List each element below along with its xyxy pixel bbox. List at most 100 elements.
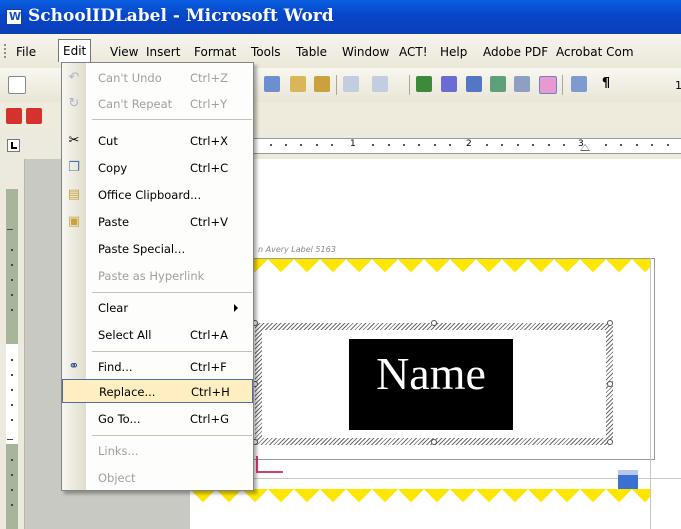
menu-item-object[interactable]: Object — [62, 466, 253, 490]
resize-handle-icon[interactable] — [431, 439, 437, 445]
menu-item-shortcut: Ctrl+V — [190, 215, 228, 229]
clipboard-icon: ▤ — [67, 187, 81, 202]
menu-item-cut[interactable]: ✂ Cut Ctrl+X — [62, 129, 253, 153]
menu-item-shortcut: Ctrl+H — [191, 385, 230, 399]
menu-item-shortcut: Ctrl+F — [190, 360, 227, 374]
menu-view[interactable]: View — [106, 43, 142, 61]
menu-item-label: Cut — [98, 134, 118, 148]
menu-item-label: Object — [98, 471, 136, 485]
menu-table[interactable]: Table — [292, 43, 331, 61]
tables-borders-icon[interactable] — [441, 76, 457, 92]
undo-toolbar-icon[interactable] — [343, 76, 359, 92]
insert-table-icon[interactable] — [466, 76, 482, 92]
menu-insert[interactable]: Insert — [142, 43, 184, 61]
menu-window[interactable]: Window — [338, 43, 393, 61]
menu-item-label: Can't Undo — [98, 71, 162, 85]
toolbar-separator — [562, 75, 563, 95]
menu-item-repeat[interactable]: ↻ Can't Repeat Ctrl+Y — [62, 92, 253, 116]
menu-item-label: Links... — [98, 444, 139, 458]
copy-icon: ❐ — [68, 160, 80, 175]
menu-item-label: Replace... — [99, 385, 156, 399]
columns-icon[interactable] — [514, 76, 530, 92]
ruler-number: 1 — [350, 139, 356, 149]
window-title: SchoolIDLabel - Microsoft Word — [28, 6, 334, 26]
table-gridline — [190, 478, 681, 479]
menu-item-paste[interactable]: ▣ Paste Ctrl+V — [62, 210, 253, 234]
copy-toolbar-icon[interactable] — [264, 76, 280, 92]
paste-icon: ▣ — [67, 214, 81, 229]
page-caption: n Avery Label 5163 — [258, 245, 336, 254]
menu-acrobat-comments[interactable]: Acrobat Com — [552, 43, 638, 61]
menu-item-shortcut: Ctrl+G — [190, 412, 230, 426]
submenu-arrow-icon — [234, 304, 238, 312]
menu-item-copy[interactable]: ❐ Copy Ctrl+C — [62, 156, 253, 180]
word-app-icon[interactable] — [6, 9, 22, 25]
menu-item-office-clipboard[interactable]: ▤ Office Clipboard... — [62, 183, 253, 207]
format-painter-icon[interactable] — [314, 76, 330, 92]
new-document-icon[interactable] — [8, 76, 26, 94]
menu-item-label: Office Clipboard... — [98, 188, 202, 202]
zoom-box[interactable]: 1 — [675, 79, 681, 92]
menu-item-shortcut: Ctrl+X — [190, 134, 228, 148]
redo-toolbar-icon[interactable] — [372, 76, 388, 92]
menu-item-clear[interactable]: Clear — [62, 296, 253, 320]
vertical-ruler — [0, 159, 25, 529]
menubar-grip-icon[interactable] — [4, 44, 8, 58]
menu-item-undo[interactable]: ↶ Can't Undo Ctrl+Z — [62, 66, 253, 90]
hyperlink-icon[interactable] — [416, 76, 432, 92]
tab-selector-icon[interactable] — [7, 139, 20, 152]
menu-act[interactable]: ACT! — [395, 43, 432, 61]
menu-item-paste-as-hyperlink[interactable]: Paste as Hyperlink — [62, 264, 253, 288]
document-map-icon[interactable] — [571, 76, 587, 92]
red-shape-fragment — [256, 456, 283, 473]
table-gridline — [650, 258, 651, 529]
menu-adobe-pdf[interactable]: Adobe PDF — [479, 43, 552, 61]
menu-item-label: Can't Repeat — [98, 97, 173, 111]
menu-item-label: Paste as Hyperlink — [98, 269, 205, 283]
name-text[interactable]: Name — [349, 347, 513, 400]
menu-item-label: Select All — [98, 328, 152, 342]
convert-to-pdf-icon[interactable] — [6, 108, 22, 124]
title-bar: SchoolIDLabel - Microsoft Word — [0, 0, 681, 34]
pdf-email-icon[interactable] — [26, 108, 42, 124]
menu-item-shortcut: Ctrl+Z — [190, 71, 228, 85]
insert-excel-icon[interactable] — [490, 76, 506, 92]
menu-item-select-all[interactable]: Select All Ctrl+A — [62, 323, 253, 347]
toolbar-separator — [336, 75, 337, 95]
menu-file[interactable]: File — [12, 43, 40, 61]
resize-handle-icon[interactable] — [607, 439, 613, 445]
scissors-icon: ✂ — [68, 133, 80, 148]
menu-item-label: Copy — [98, 161, 128, 175]
menu-format[interactable]: Format — [190, 43, 240, 61]
menu-item-links[interactable]: Links... — [62, 439, 253, 463]
menu-item-shortcut: Ctrl+Y — [190, 97, 228, 111]
resize-handle-icon[interactable] — [607, 381, 613, 387]
menu-item-label: Paste — [98, 215, 130, 229]
menu-item-shortcut: Ctrl+C — [190, 161, 229, 175]
edit-menu-dropdown: ↶ Can't Undo Ctrl+Z ↻ Can't Repeat Ctrl+… — [61, 62, 254, 491]
menu-item-go-to[interactable]: Go To... Ctrl+G — [62, 407, 253, 431]
menu-help[interactable]: Help — [436, 43, 471, 61]
menu-item-paste-special[interactable]: Paste Special... — [62, 237, 253, 261]
binoculars-icon: ⚭ — [68, 359, 80, 374]
ruler-number: 2 — [466, 139, 472, 149]
menu-item-replace[interactable]: Replace... Ctrl+H — [62, 379, 253, 403]
menu-item-find[interactable]: ⚭ Find... Ctrl+F — [62, 355, 253, 379]
show-hide-pilcrow-icon[interactable]: ¶ — [598, 76, 614, 92]
drawing-icon[interactable] — [539, 76, 557, 94]
menu-item-label: Find... — [98, 360, 133, 374]
repeat-icon: ↻ — [68, 96, 80, 111]
menu-edit[interactable]: Edit — [58, 39, 92, 62]
right-indent-marker-icon[interactable] — [580, 144, 590, 151]
undo-icon: ↶ — [68, 70, 80, 85]
resize-handle-icon[interactable] — [607, 320, 613, 326]
menu-item-shortcut: Ctrl+A — [190, 328, 228, 342]
resize-handle-icon[interactable] — [431, 320, 437, 326]
menu-tools[interactable]: Tools — [247, 43, 285, 61]
menu-item-label: Paste Special... — [98, 242, 186, 256]
paste-toolbar-icon[interactable] — [290, 76, 306, 92]
zigzag-border-bottom — [190, 489, 650, 513]
blue-shape-fragment — [618, 470, 638, 489]
menu-item-label: Go To... — [98, 412, 141, 426]
toolbar-separator — [409, 75, 410, 95]
